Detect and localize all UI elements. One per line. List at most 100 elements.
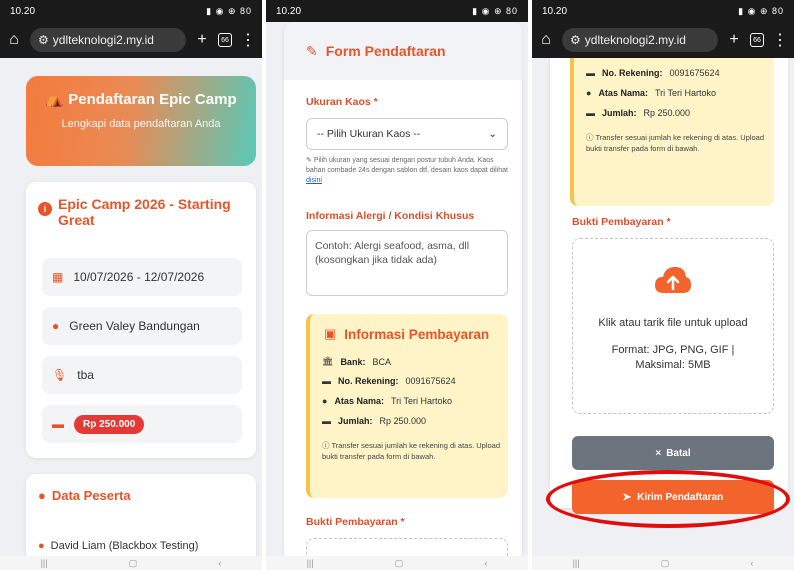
allergy-label: Informasi Alergi / Kondisi Khusus xyxy=(306,210,475,222)
recents-button[interactable]: ||| xyxy=(307,558,314,568)
site-info-icon[interactable]: ⚙ xyxy=(570,33,581,47)
site-info-icon[interactable]: ⚙ xyxy=(38,33,49,47)
payment-proof-label: Bukti Pembayaran * xyxy=(572,216,671,228)
menu-icon[interactable]: ⋮ xyxy=(240,30,256,50)
upload-dropzone[interactable]: Klik atau tarik file untuk upload Format… xyxy=(572,238,774,414)
microphone-icon: 🎙 xyxy=(52,368,68,382)
payment-proof-label: Bukti Pembayaran * xyxy=(306,516,405,528)
recents-button[interactable]: ||| xyxy=(41,558,48,568)
android-nav-bar: ||| ▢ ‹ xyxy=(0,556,262,570)
transfer-note: ⓘ Transfer sesuai jumlah ke rekening di … xyxy=(322,441,501,461)
home-icon[interactable]: ⌂ xyxy=(6,31,22,49)
event-date: 10/07/2026 - 12/07/2026 xyxy=(73,270,205,284)
address-text: ydlteknologi2.my.id xyxy=(584,33,686,47)
android-nav-bar: ||| ▢ ‹ xyxy=(266,556,528,570)
form-header: ✎ Form Pendaftaran xyxy=(284,22,522,80)
participant-card: ● Data Peserta ● David Liam (Blackbox Te… xyxy=(26,474,256,556)
upload-dropzone[interactable] xyxy=(306,538,508,556)
wallet-icon: ▬ xyxy=(52,417,64,431)
event-speaker-row: 🎙 tba xyxy=(42,356,242,394)
home-nav-button[interactable]: ▢ xyxy=(661,558,670,569)
shirt-size-select-value: -- Pilih Ukuran Kaos -- xyxy=(317,128,421,140)
location-pin-icon: ● xyxy=(52,319,60,333)
payment-info-box: ▣ Informasi Pembayaran 🏛 Bank: BCA ▬ No. Re… xyxy=(306,314,508,498)
participant-name: David Liam (Blackbox Testing) xyxy=(50,540,199,552)
edit-icon: ✎ xyxy=(306,42,318,59)
account-line: ▬ No. Rekening: 0091675624 xyxy=(586,68,720,78)
highlight-annotation-ring xyxy=(546,470,790,528)
upload-instruction: Klik atau tarik file untuk upload xyxy=(598,317,748,329)
cancel-button[interactable]: × Batal xyxy=(572,436,774,470)
back-button[interactable]: ‹ xyxy=(484,558,487,568)
back-button[interactable]: ‹ xyxy=(218,558,221,568)
money-icon: ▣ xyxy=(324,326,337,341)
home-nav-button[interactable]: ▢ xyxy=(129,558,138,569)
close-icon: × xyxy=(655,447,662,459)
status-time: 10.20 xyxy=(542,5,568,17)
user-icon: ● xyxy=(38,488,46,503)
event-location-row: ● Green Valey Bandungan xyxy=(42,307,242,345)
participant-section-title: Data Peserta xyxy=(51,488,131,503)
payment-info-title: Informasi Pembayaran xyxy=(344,326,490,342)
amount-line: ▬ Jumlah: Rp 250.000 xyxy=(322,416,427,426)
transfer-note: ⓘ Transfer sesuai jumlah ke rekening di … xyxy=(586,133,765,153)
menu-icon[interactable]: ⋮ xyxy=(772,30,788,50)
status-bar: 10.20 ▮ ◉ ⊕ 80 xyxy=(266,0,528,22)
shirt-design-link[interactable]: disini xyxy=(306,177,322,184)
payment-info-header: ▣ Informasi Pembayaran xyxy=(324,326,489,342)
chevron-down-icon: ⌄ xyxy=(488,128,497,140)
shirt-size-select[interactable]: -- Pilih Ukuran Kaos -- ⌄ xyxy=(306,118,508,150)
page-content: ⛺ Pendaftaran Epic Camp Lengkapi data pe… xyxy=(0,58,262,556)
page-content: ▬ No. Rekening: 0091675624 ● Atas Nama: Tri … xyxy=(532,58,794,556)
payment-info-box: ▬ No. Rekening: 0091675624 ● Atas Nama: Tri … xyxy=(570,58,774,206)
new-tab-button[interactable]: + xyxy=(726,31,742,49)
event-date-row: ▦ 10/07/2026 - 12/07/2026 xyxy=(42,258,242,296)
event-title: Epic Camp 2026 - Starting Great xyxy=(58,196,231,228)
user-icon: ● xyxy=(322,396,328,406)
event-speaker: tba xyxy=(77,368,94,382)
allergy-input[interactable]: Contoh: Alergi seafood, asma, dll (koson… xyxy=(306,230,508,296)
browser-toolbar: ⌂ ⚙ ydlteknologi2.my.id + 66 ⋮ xyxy=(0,22,262,58)
account-name-line: ● Atas Nama: Tri Teri Hartoko xyxy=(322,396,452,406)
status-bar: 10.20 ▮ ◉ ⊕ 80 xyxy=(0,0,262,22)
calendar-icon: ▦ xyxy=(52,270,64,284)
status-icons: ▮ ◉ ⊕ 80 xyxy=(472,5,518,16)
tabs-count-icon[interactable]: 66 xyxy=(750,33,764,47)
bank-line: 🏛 Bank: BCA xyxy=(322,356,391,367)
card-icon: ▬ xyxy=(586,68,595,78)
account-name-line: ● Atas Nama: Tri Teri Hartoko xyxy=(586,88,716,98)
status-icons: ▮ ◉ ⊕ 80 xyxy=(206,5,252,16)
address-bar[interactable]: ⚙ ydlteknologi2.my.id xyxy=(30,28,186,52)
user-icon: ● xyxy=(586,88,592,98)
tent-icon: ⛺ xyxy=(45,91,65,108)
card-icon: ▬ xyxy=(322,376,331,386)
new-tab-button[interactable]: + xyxy=(194,31,210,49)
status-time: 10.20 xyxy=(10,5,36,17)
browser-toolbar: ⌂ ⚙ ydlteknologi2.my.id + 66 ⋮ xyxy=(532,22,794,58)
event-price-row: ▬ Rp 250.000 xyxy=(42,405,242,443)
info-icon: ⓘ xyxy=(586,133,594,142)
cancel-button-label: Batal xyxy=(666,447,691,459)
address-text: ydlteknologi2.my.id xyxy=(52,33,154,47)
home-icon[interactable]: ⌂ xyxy=(538,31,554,49)
page-content: ✎ Form Pendaftaran Ukuran Kaos * -- Pili… xyxy=(266,22,528,556)
form-title: Form Pendaftaran xyxy=(325,43,446,59)
hero-title: ⛺ Pendaftaran Epic Camp xyxy=(45,91,237,108)
back-button[interactable]: ‹ xyxy=(750,558,753,568)
status-icons: ▮ ◉ ⊕ 80 xyxy=(738,5,784,16)
account-line: ▬ No. Rekening: 0091675624 xyxy=(322,376,456,386)
tabs-count-icon[interactable]: 66 xyxy=(218,33,232,47)
phone-screen-1: 10.20 ▮ ◉ ⊕ 80 ⌂ ⚙ ydlteknologi2.my.id +… xyxy=(0,0,262,570)
participant-icon: ● xyxy=(38,540,45,552)
event-location: Green Valey Bandungan xyxy=(69,319,200,333)
phone-screen-3: 10.20 ▮ ◉ ⊕ 80 ⌂ ⚙ ydlteknologi2.my.id +… xyxy=(532,0,794,570)
pencil-icon: ✎ xyxy=(306,157,312,164)
shirt-size-hint: ✎ Pilih ukuran yang sesuai dengan postur… xyxy=(306,157,508,184)
android-nav-bar: ||| ▢ ‹ xyxy=(532,556,794,570)
info-icon: i xyxy=(38,202,52,216)
home-nav-button[interactable]: ▢ xyxy=(395,558,404,569)
price-badge: Rp 250.000 xyxy=(74,414,145,434)
hero-banner: ⛺ Pendaftaran Epic Camp Lengkapi data pe… xyxy=(26,76,256,166)
recents-button[interactable]: ||| xyxy=(573,558,580,568)
address-bar[interactable]: ⚙ ydlteknologi2.my.id xyxy=(562,28,718,52)
